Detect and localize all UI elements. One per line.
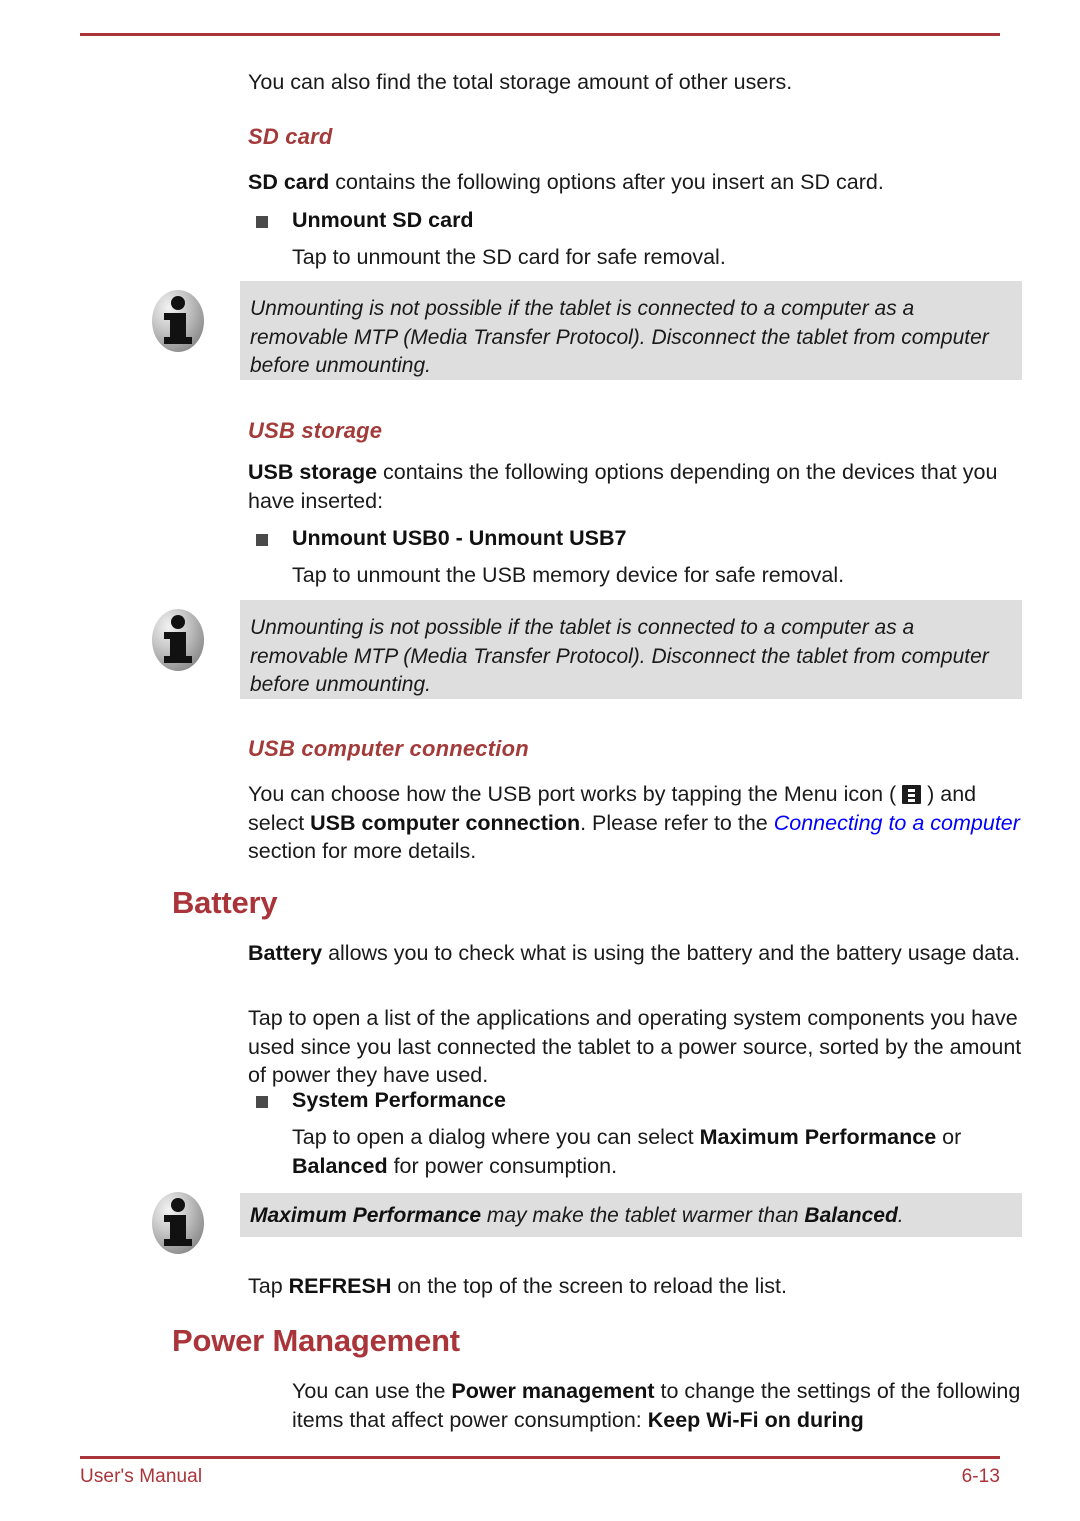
refresh-part2: on the top of the screen to reload the l…: [391, 1274, 787, 1298]
ucc-part4: section for more details.: [248, 839, 477, 863]
sd-card-bullet-body: Tap to unmount the SD card for safe remo…: [292, 245, 726, 269]
note-bold-1: Maximum Performance: [250, 1204, 482, 1227]
note-text: Unmounting is not possible if the tablet…: [250, 616, 989, 696]
sd-card-intro-rest: contains the following options after you…: [329, 170, 884, 194]
battery-paragraph-1: Battery allows you to check what is usin…: [248, 939, 1024, 968]
usb-storage-bullet-body: Tap to unmount the USB memory device for…: [292, 563, 845, 587]
ucc-bold-1: USB computer connection: [310, 810, 581, 835]
subheading-usb-computer-connection: USB computer connection: [248, 736, 529, 761]
square-bullet-icon: [256, 1096, 268, 1108]
bb-part2: or: [936, 1125, 962, 1149]
bb-bold-2: Balanced: [292, 1153, 388, 1178]
page-footer: User's Manual 6-13: [80, 1466, 1000, 1488]
link-connecting-to-a-computer[interactable]: Connecting to a computer: [774, 811, 1020, 835]
square-bullet-icon: [256, 216, 268, 228]
footer-page-number: 6-13: [961, 1466, 1000, 1487]
heading-power-management: Power Management: [172, 1323, 460, 1358]
document-page: You can also find the total storage amou…: [0, 0, 1080, 1521]
refresh-bold: REFRESH: [288, 1274, 392, 1298]
note-text: Maximum Performance may make the tablet …: [250, 1202, 1004, 1231]
intro-paragraph: You can also find the total storage amou…: [248, 70, 793, 94]
note-mid: may make the tablet warmer than: [481, 1204, 805, 1227]
note-box-battery: Maximum Performance may make the tablet …: [240, 1193, 1022, 1237]
bb-part1: Tap to open a dialog where you can selec…: [292, 1125, 700, 1149]
sd-card-intro: SD card contains the following options a…: [248, 168, 1024, 197]
note-box-sd-card: Unmounting is not possible if the tablet…: [240, 281, 1022, 380]
subheading-usb-storage: USB storage: [248, 418, 383, 443]
info-icon: [150, 288, 206, 354]
bullet-label: System Performance: [292, 1088, 506, 1112]
pm-bold-1: Power management: [451, 1379, 655, 1403]
battery-p1-bold: Battery: [248, 941, 323, 965]
battery-refresh-line: Tap REFRESH on the top of the screen to …: [248, 1272, 1024, 1301]
footer-rule: [80, 1456, 1000, 1459]
info-icon: [150, 1190, 206, 1256]
note-text: Unmounting is not possible if the tablet…: [250, 297, 989, 377]
usb-storage-intro: USB storage contains the following optio…: [248, 458, 1024, 515]
pm-bold-2: Keep Wi-Fi on during: [647, 1407, 864, 1432]
power-management-paragraph: You can use the Power management to chan…: [292, 1377, 1024, 1434]
usb-computer-connection-paragraph: You can choose how the USB port works by…: [248, 780, 1024, 866]
sd-card-intro-bold: SD card: [248, 170, 330, 194]
header-rule: [80, 33, 1000, 36]
bb-bold-1: Maximum Performance: [699, 1125, 937, 1149]
refresh-part1: Tap: [248, 1274, 289, 1298]
note-bold-2: Balanced: [804, 1204, 898, 1227]
square-bullet-icon: [256, 534, 268, 546]
pm-part1: You can use the: [292, 1379, 452, 1403]
bullet-label: Unmount USB0 - Unmount USB7: [292, 526, 627, 550]
bb-part3: for power consumption.: [387, 1153, 618, 1178]
note-box-usb-storage: Unmounting is not possible if the tablet…: [240, 600, 1022, 699]
subheading-sd-card: SD card: [248, 124, 333, 149]
note-tail: .: [897, 1204, 904, 1227]
info-icon: [150, 607, 206, 673]
ucc-part1: You can choose how the USB port works by…: [248, 782, 903, 806]
battery-p1-rest: allows you to check what is using the ba…: [322, 941, 1021, 965]
usb-storage-intro-bold: USB storage: [248, 460, 378, 484]
battery-paragraph-2: Tap to open a list of the applications a…: [248, 1006, 1022, 1087]
heading-battery: Battery: [172, 885, 278, 920]
bullet-label: Unmount SD card: [292, 208, 474, 232]
ucc-part3: . Please refer to the: [580, 810, 774, 835]
footer-manual-label: User's Manual: [80, 1466, 203, 1487]
menu-icon[interactable]: [902, 785, 922, 804]
battery-bullet-body: Tap to open a dialog where you can selec…: [292, 1123, 1024, 1180]
